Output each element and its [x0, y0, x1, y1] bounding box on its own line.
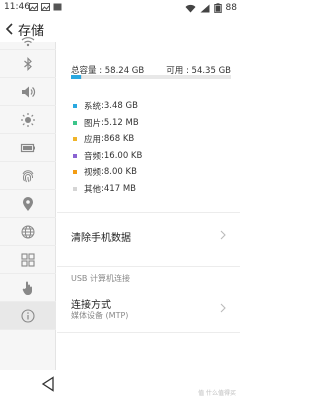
status-right: 88: [185, 2, 237, 14]
info-icon: [21, 308, 35, 323]
navigation-bar: 值 什么值得买: [0, 370, 240, 399]
hand-icon: [22, 281, 32, 295]
brightness-icon: [21, 112, 35, 127]
legend-label: 视频: [84, 168, 102, 179]
legend-value: 417 MB: [103, 183, 136, 194]
sidebar-item-apps[interactable]: [0, 246, 56, 274]
sidebar-item-wifi[interactable]: [0, 28, 56, 50]
bluetooth-icon: [24, 56, 32, 71]
legend-label: 图片: [84, 118, 102, 129]
chevron-right-icon: [220, 303, 226, 313]
legend-color-swatch: [73, 186, 77, 191]
apps-grid-icon: [21, 252, 35, 267]
signal-icon: [200, 4, 210, 12]
chevron-right-icon: [220, 230, 226, 240]
sidebar-item-battery[interactable]: [0, 134, 56, 162]
clear-data-row[interactable]: 清除手机数据: [57, 218, 240, 252]
legend-label: 其他: [84, 184, 102, 195]
legend-color-swatch: [73, 137, 77, 142]
legend-value: 8.00 KB: [103, 167, 137, 178]
legend-value: 3.48 GB: [103, 101, 138, 112]
fingerprint-icon: [22, 169, 34, 182]
legend-color-swatch: [73, 170, 77, 175]
legend-value: 16.00 KB: [103, 150, 143, 161]
legend-label: 系统: [84, 102, 102, 113]
storage-usage-bar: [71, 75, 231, 79]
divider: [57, 212, 240, 213]
sidebar-item-language[interactable]: [0, 218, 56, 246]
camera-notification-icon: [53, 3, 62, 11]
legend-item: 图片 : 5.12 MB: [73, 115, 142, 132]
legend-item: 音频 : 16.00 KB: [73, 148, 142, 165]
legend-color-swatch: [73, 104, 77, 109]
storage-legend: 系统 : 3.48 GB 图片 : 5.12 MB 应用 : 868 KB 音频 : …: [73, 98, 142, 197]
legend-item: 系统 : 3.48 GB: [73, 98, 142, 115]
status-time: 11:46: [4, 2, 30, 12]
sidebar-item-bluetooth[interactable]: [0, 50, 56, 78]
clear-data-label: 清除手机数据: [71, 233, 131, 244]
location-icon: [23, 196, 33, 211]
status-bar: 11:46 88: [0, 0, 240, 16]
legend-color-swatch: [73, 153, 77, 158]
legend-label: 音频: [84, 151, 102, 162]
sidebar-item-fingerprint[interactable]: [0, 162, 56, 190]
usage-segment: [71, 75, 81, 79]
legend-color-swatch: [73, 120, 77, 125]
usb-section-header: USB 计算机连接: [71, 274, 130, 283]
battery-level: 88: [225, 3, 237, 13]
storage-panel: 总容量 : 58.24 GB 可用 : 54.35 GB 系统 : 3.48 G…: [57, 42, 240, 370]
connection-mode-label: 连接方式: [71, 300, 111, 311]
legend-value: 5.12 MB: [103, 117, 139, 128]
usage-segment: [81, 75, 83, 79]
globe-icon: [21, 225, 35, 238]
legend-value: 868 KB: [103, 134, 135, 145]
watermark: 值 什么值得买: [198, 390, 236, 397]
image-notification-icon: [29, 3, 38, 11]
legend-item: 应用 : 868 KB: [73, 131, 142, 148]
legend-item: 其他 : 417 MB: [73, 181, 142, 198]
sidebar-item-accessibility[interactable]: [0, 274, 56, 302]
sidebar-item-sound[interactable]: [0, 78, 56, 106]
wifi-icon: [21, 36, 35, 46]
nav-back-icon[interactable]: [41, 376, 55, 392]
legend-item: 视频 : 8.00 KB: [73, 164, 142, 181]
wifi-status-icon: [185, 4, 196, 12]
battery-status-icon: [213, 3, 222, 13]
battery-icon: [20, 143, 35, 152]
divider: [57, 266, 240, 267]
legend-label: 应用: [84, 135, 102, 146]
sidebar-item-about[interactable]: [0, 302, 56, 330]
connection-mode-row[interactable]: 连接方式 媒体设备 (MTP): [57, 288, 240, 328]
connection-mode-value: 媒体设备 (MTP): [71, 311, 129, 320]
settings-sidebar: [0, 36, 56, 370]
sidebar-item-location[interactable]: [0, 190, 56, 218]
divider: [57, 332, 240, 333]
sound-icon: [22, 86, 36, 97]
sidebar-item-display[interactable]: [0, 106, 56, 134]
image-notification-icon: [41, 3, 50, 11]
